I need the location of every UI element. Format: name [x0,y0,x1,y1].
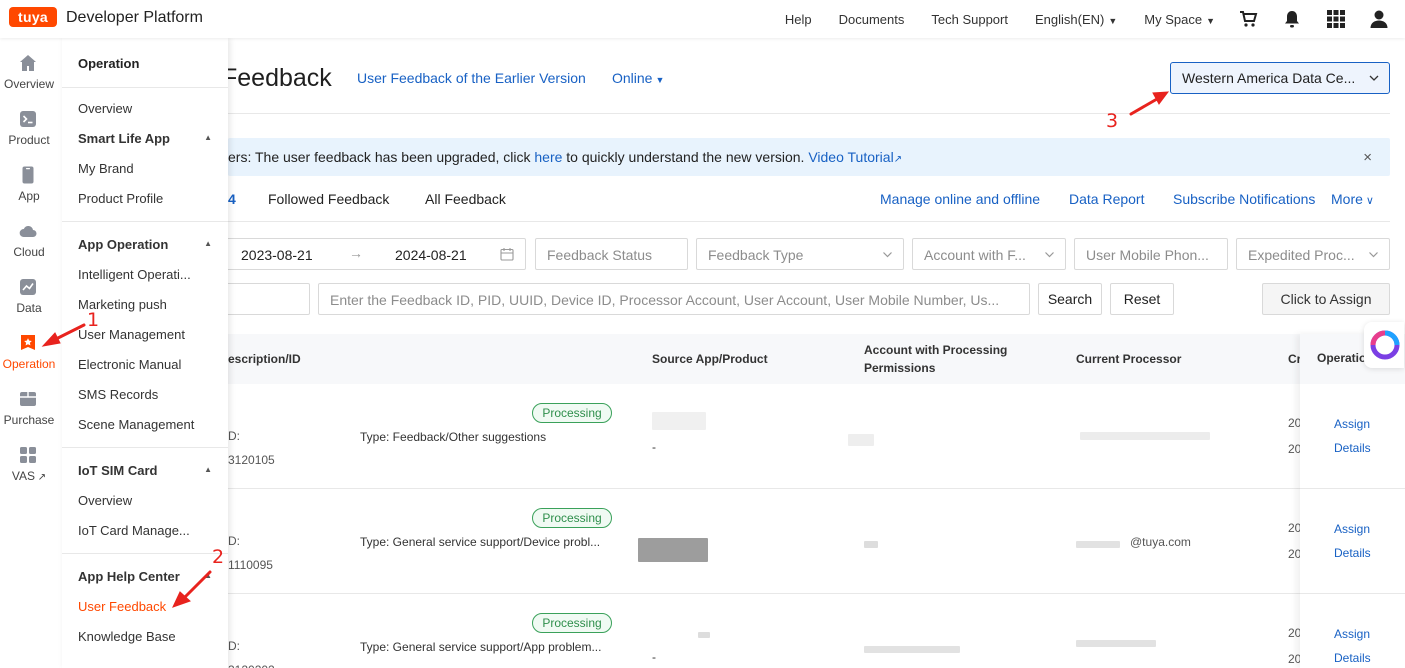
annotation-arrows [41,91,1170,608]
annotation-arrow-2 [182,570,212,600]
annotation-arrow-3 [1129,97,1159,116]
annotation-arrowhead-3 [1152,91,1170,105]
annotation-label-3: 3 [1106,110,1119,132]
annotation-label-1: 1 [87,309,100,331]
annotation-label-2: 2 [212,546,225,568]
annotation-arrowhead-1 [41,332,61,347]
